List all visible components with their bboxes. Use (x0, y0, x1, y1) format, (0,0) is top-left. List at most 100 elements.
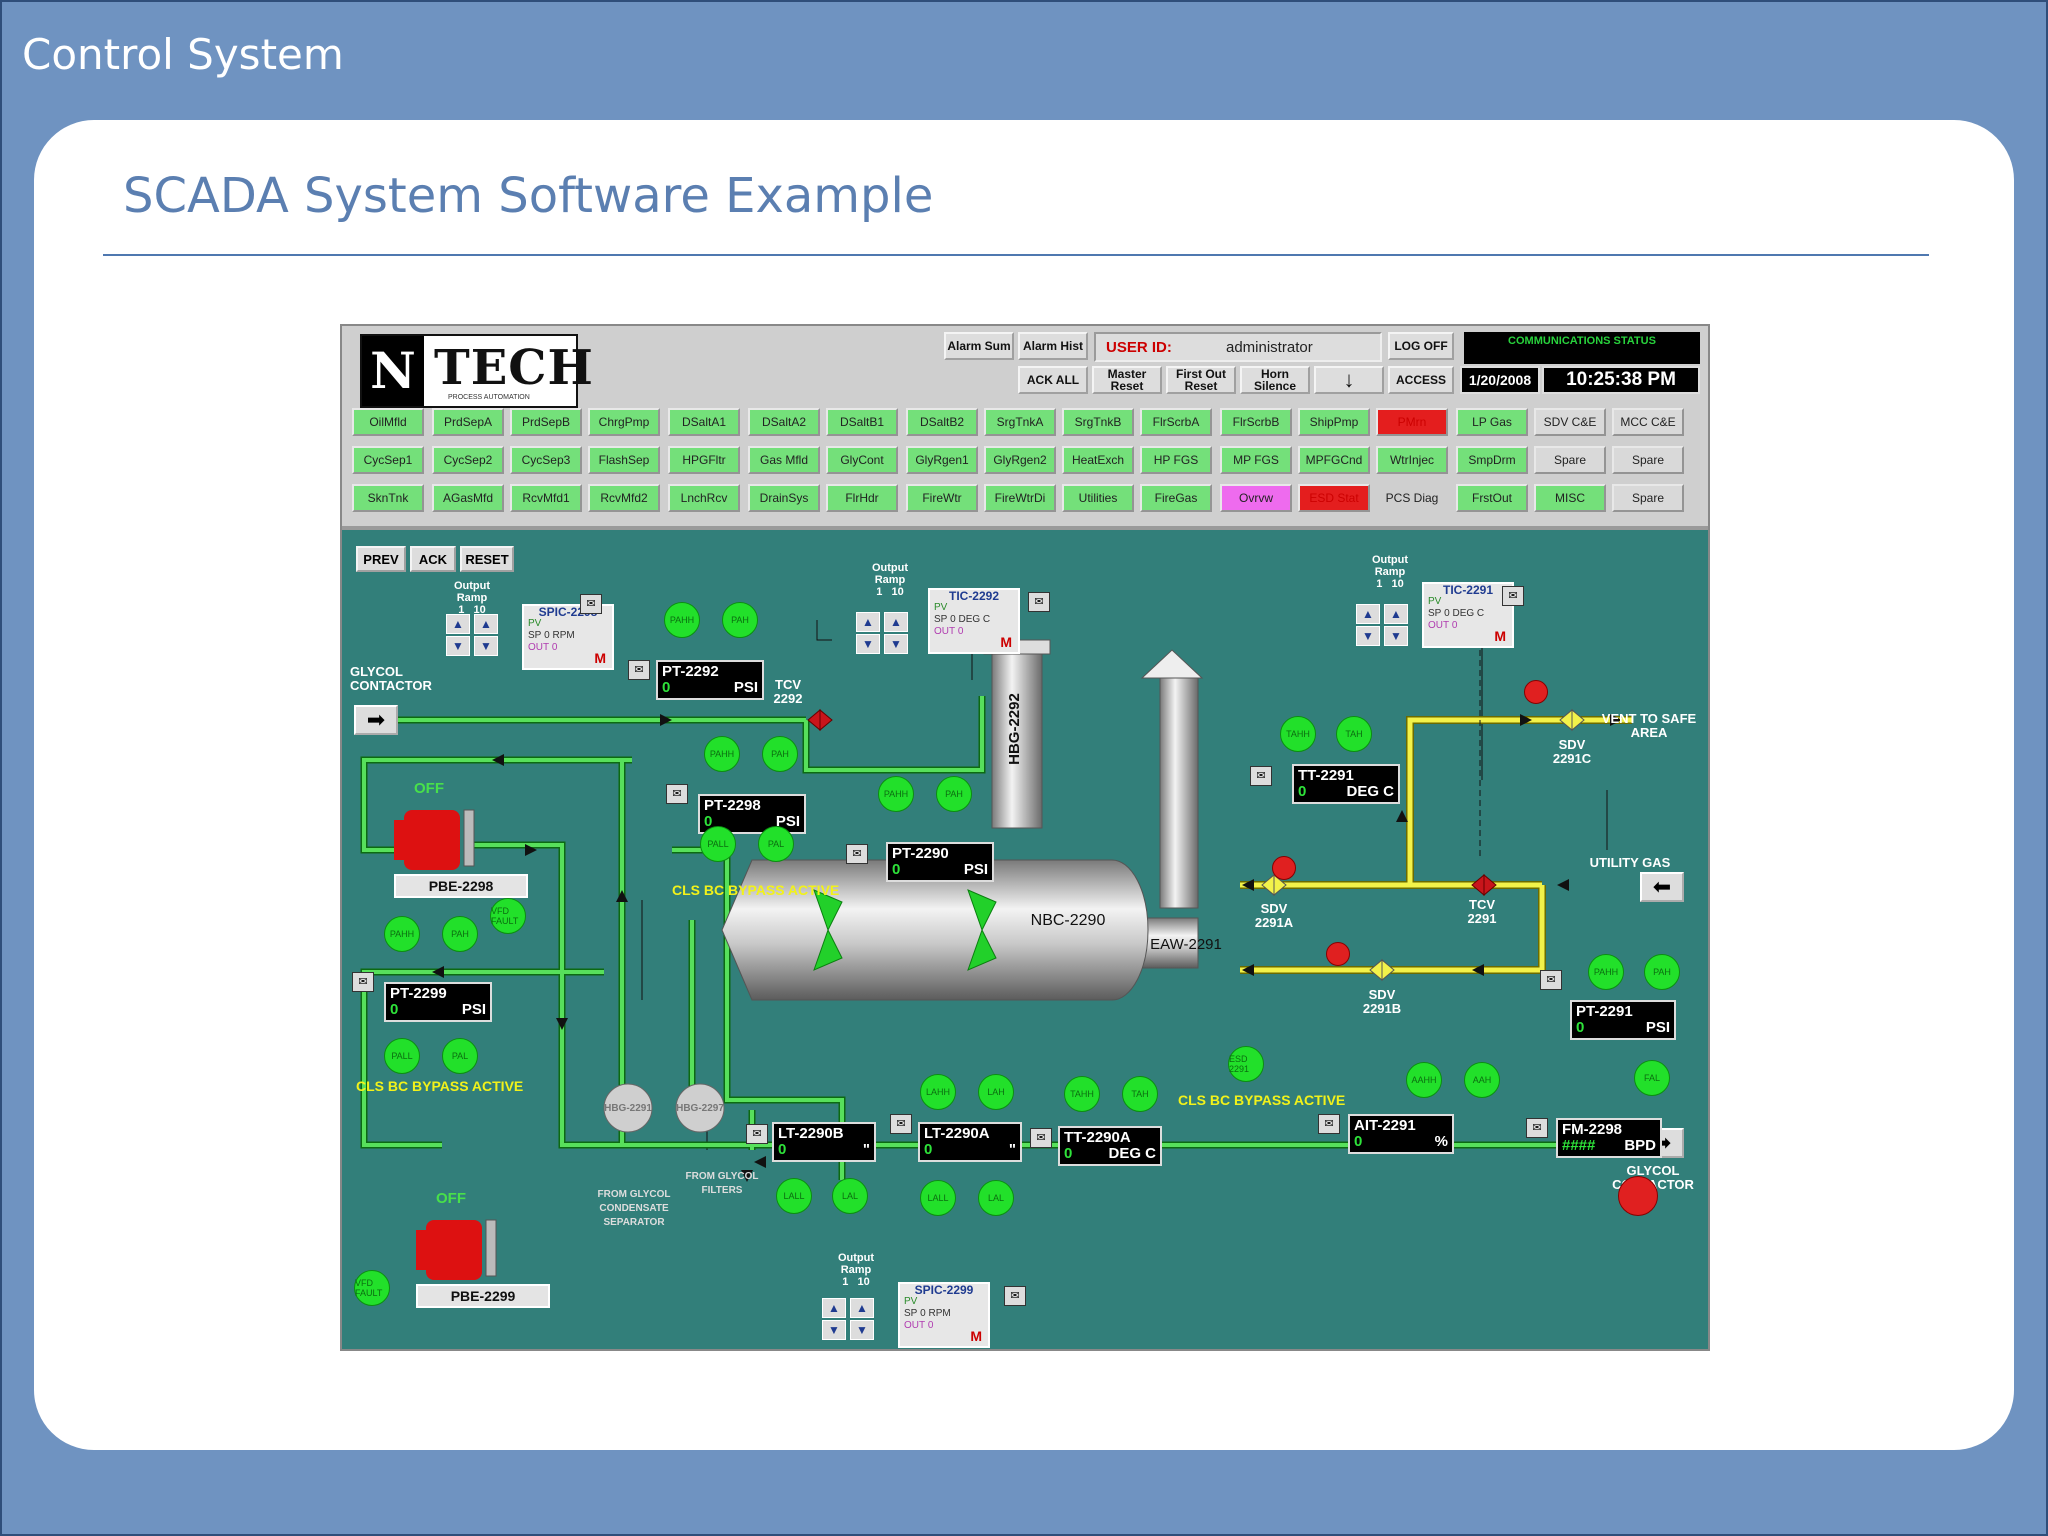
nav-button-heatexch[interactable]: HeatExch (1062, 446, 1134, 474)
master-reset-button[interactable]: Master Reset (1092, 366, 1162, 394)
ramp-down-10-button[interactable]: ▼ (1384, 626, 1408, 646)
ramp-up-1-button[interactable]: ▲ (856, 612, 880, 632)
first-out-reset-button[interactable]: First Out Reset (1166, 366, 1236, 394)
tag-pt-2299[interactable]: PT-2299 0 PSI (384, 982, 492, 1022)
nav-button-cycsep1[interactable]: CycSep1 (352, 446, 424, 474)
tag-ait-2291[interactable]: AIT-2291 0% (1348, 1114, 1454, 1154)
nav-button-smpdrm[interactable]: SmpDrm (1456, 446, 1528, 474)
nav-button-hpgfltr[interactable]: HPGFltr (668, 446, 740, 474)
nav-button-dsaltb1[interactable]: DSaltB1 (826, 408, 898, 436)
nav-button-cycsep3[interactable]: CycSep3 (510, 446, 582, 474)
controller-tic-2292[interactable]: TIC-2292 PV SP 0 DEG C OUT 0 M (928, 588, 1020, 654)
reset-button[interactable]: RESET (460, 546, 514, 572)
nav-button-prdsepa[interactable]: PrdSepA (432, 408, 504, 436)
down-arrow-button[interactable]: ↓ (1314, 366, 1384, 394)
nav-button-agasmfd[interactable]: AGasMfd (432, 484, 504, 512)
nav-button-flrhdr[interactable]: FlrHdr (826, 484, 898, 512)
nav-button-glyrgen2[interactable]: GlyRgen2 (984, 446, 1056, 474)
nav-button-lp-gas[interactable]: LP Gas (1456, 408, 1528, 436)
ramp-up-1-button[interactable]: ▲ (1356, 604, 1380, 624)
nav-button-skntnk[interactable]: SknTnk (352, 484, 424, 512)
nav-button-spare[interactable]: Spare (1534, 446, 1606, 474)
nav-button-lnchrcv[interactable]: LnchRcv (668, 484, 740, 512)
faceplate-icon[interactable]: ✉ (746, 1124, 768, 1144)
nav-button-flrscrba[interactable]: FlrScrbA (1140, 408, 1212, 436)
nav-button-mp-fgs[interactable]: MP FGS (1220, 446, 1292, 474)
ramp-up-1-button[interactable]: ▲ (446, 614, 470, 634)
faceplate-icon[interactable]: ✉ (1030, 1128, 1052, 1148)
nav-button-glycont[interactable]: GlyCont (826, 446, 898, 474)
nav-button-ovrvw[interactable]: Ovrvw (1220, 484, 1292, 512)
faceplate-icon[interactable]: ✉ (1502, 586, 1524, 606)
faceplate-icon[interactable]: ✉ (1028, 592, 1050, 612)
controller-spic-2299[interactable]: SPIC-2299 PV SP 0 RPM OUT 0 M (898, 1282, 990, 1348)
nav-button-spare[interactable]: Spare (1612, 484, 1684, 512)
nav-button-cycsep2[interactable]: CycSep2 (432, 446, 504, 474)
faceplate-icon[interactable]: ✉ (846, 844, 868, 864)
faceplate-icon[interactable]: ✉ (666, 784, 688, 804)
tag-pt-2292[interactable]: PT-2292 0 PSI (656, 660, 764, 700)
nav-button-utilities[interactable]: Utilities (1062, 484, 1134, 512)
ramp-up-10-button[interactable]: ▲ (474, 614, 498, 634)
tag-pt-2290[interactable]: PT-2290 0 PSI (886, 842, 994, 882)
nav-button-wtrinjec[interactable]: WtrInjec (1376, 446, 1448, 474)
nav-button-rcvmfd1[interactable]: RcvMfd1 (510, 484, 582, 512)
faceplate-icon[interactable]: ✉ (628, 660, 650, 680)
nav-button-firewtrdi[interactable]: FireWtrDi (984, 484, 1056, 512)
ramp-down-10-button[interactable]: ▼ (850, 1320, 874, 1340)
access-button[interactable]: ACCESS (1388, 366, 1454, 394)
nav-button-pmrn[interactable]: PMrn (1376, 408, 1448, 436)
horn-silence-button[interactable]: Horn Silence (1240, 366, 1310, 394)
nav-button-firewtr[interactable]: FireWtr (906, 484, 978, 512)
nav-button-misc[interactable]: MISC (1534, 484, 1606, 512)
nav-button-pcs-diag[interactable]: PCS Diag (1376, 484, 1448, 512)
nav-button-chrgpmp[interactable]: ChrgPmp (588, 408, 660, 436)
tag-fm-2298[interactable]: FM-2298 #### BPD (1556, 1118, 1662, 1158)
nav-button-srgtnkb[interactable]: SrgTnkB (1062, 408, 1134, 436)
tag-pt-2291[interactable]: PT-2291 0 PSI (1570, 1000, 1676, 1040)
log-off-button[interactable]: LOG OFF (1388, 332, 1454, 360)
nav-button-oilmfld[interactable]: OilMfld (352, 408, 424, 436)
faceplate-icon[interactable]: ✉ (1318, 1114, 1340, 1134)
nav-button-flrscrbb[interactable]: FlrScrbB (1220, 408, 1292, 436)
tag-lt-2290b[interactable]: LT-2290B 0 " (772, 1122, 876, 1162)
faceplate-icon[interactable]: ✉ (1004, 1286, 1026, 1306)
ramp-down-1-button[interactable]: ▼ (822, 1320, 846, 1340)
ramp-down-1-button[interactable]: ▼ (1356, 626, 1380, 646)
nav-button-hp-fgs[interactable]: HP FGS (1140, 446, 1212, 474)
utility-gas-nav[interactable]: ⬅ (1640, 872, 1684, 902)
ramp-up-1-button[interactable]: ▲ (822, 1298, 846, 1318)
ramp-down-1-button[interactable]: ▼ (856, 634, 880, 654)
faceplate-icon[interactable]: ✉ (580, 594, 602, 614)
tag-tt-2290a[interactable]: TT-2290A 0 DEG C (1058, 1126, 1162, 1166)
nav-button-spare[interactable]: Spare (1612, 446, 1684, 474)
ramp-down-10-button[interactable]: ▼ (474, 636, 498, 656)
alarm-sum-button[interactable]: Alarm Sum (944, 332, 1014, 360)
nav-button-gas-mfld[interactable]: Gas Mfld (748, 446, 820, 474)
tag-lt-2290a[interactable]: LT-2290A 0 " (918, 1122, 1022, 1162)
ramp-up-10-button[interactable]: ▲ (1384, 604, 1408, 624)
faceplate-icon[interactable]: ✉ (1540, 970, 1562, 990)
prev-button[interactable]: PREV (356, 546, 406, 572)
nav-button-flashsep[interactable]: FlashSep (588, 446, 660, 474)
nav-button-srgtnka[interactable]: SrgTnkA (984, 408, 1056, 436)
nav-button-glyrgen1[interactable]: GlyRgen1 (906, 446, 978, 474)
nav-button-esd-stat[interactable]: ESD Stat (1298, 484, 1370, 512)
nav-button-firegas[interactable]: FireGas (1140, 484, 1212, 512)
nav-button-dsaltb2[interactable]: DSaltB2 (906, 408, 978, 436)
ramp-down-1-button[interactable]: ▼ (446, 636, 470, 656)
nav-button-mcc-c-e[interactable]: MCC C&E (1612, 408, 1684, 436)
ramp-up-10-button[interactable]: ▲ (884, 612, 908, 632)
nav-button-frstout[interactable]: FrstOut (1456, 484, 1528, 512)
controller-tic-2291[interactable]: TIC-2291 PV SP 0 DEG C OUT 0 M (1422, 582, 1514, 648)
faceplate-icon[interactable]: ✉ (1526, 1118, 1548, 1138)
communications-status[interactable]: COMMUNICATIONS STATUS (1464, 332, 1700, 364)
tag-tt-2291[interactable]: TT-2291 0 DEG C (1292, 764, 1400, 804)
nav-button-sdv-c-e[interactable]: SDV C&E (1534, 408, 1606, 436)
nav-button-mpfgcnd[interactable]: MPFGCnd (1298, 446, 1370, 474)
faceplate-icon[interactable]: ✉ (352, 972, 374, 992)
alarm-hist-button[interactable]: Alarm Hist (1018, 332, 1088, 360)
glycol-contactor-in-nav[interactable]: ➡ (354, 705, 398, 735)
faceplate-icon[interactable]: ✉ (1250, 766, 1272, 786)
nav-button-dsalta2[interactable]: DSaltA2 (748, 408, 820, 436)
